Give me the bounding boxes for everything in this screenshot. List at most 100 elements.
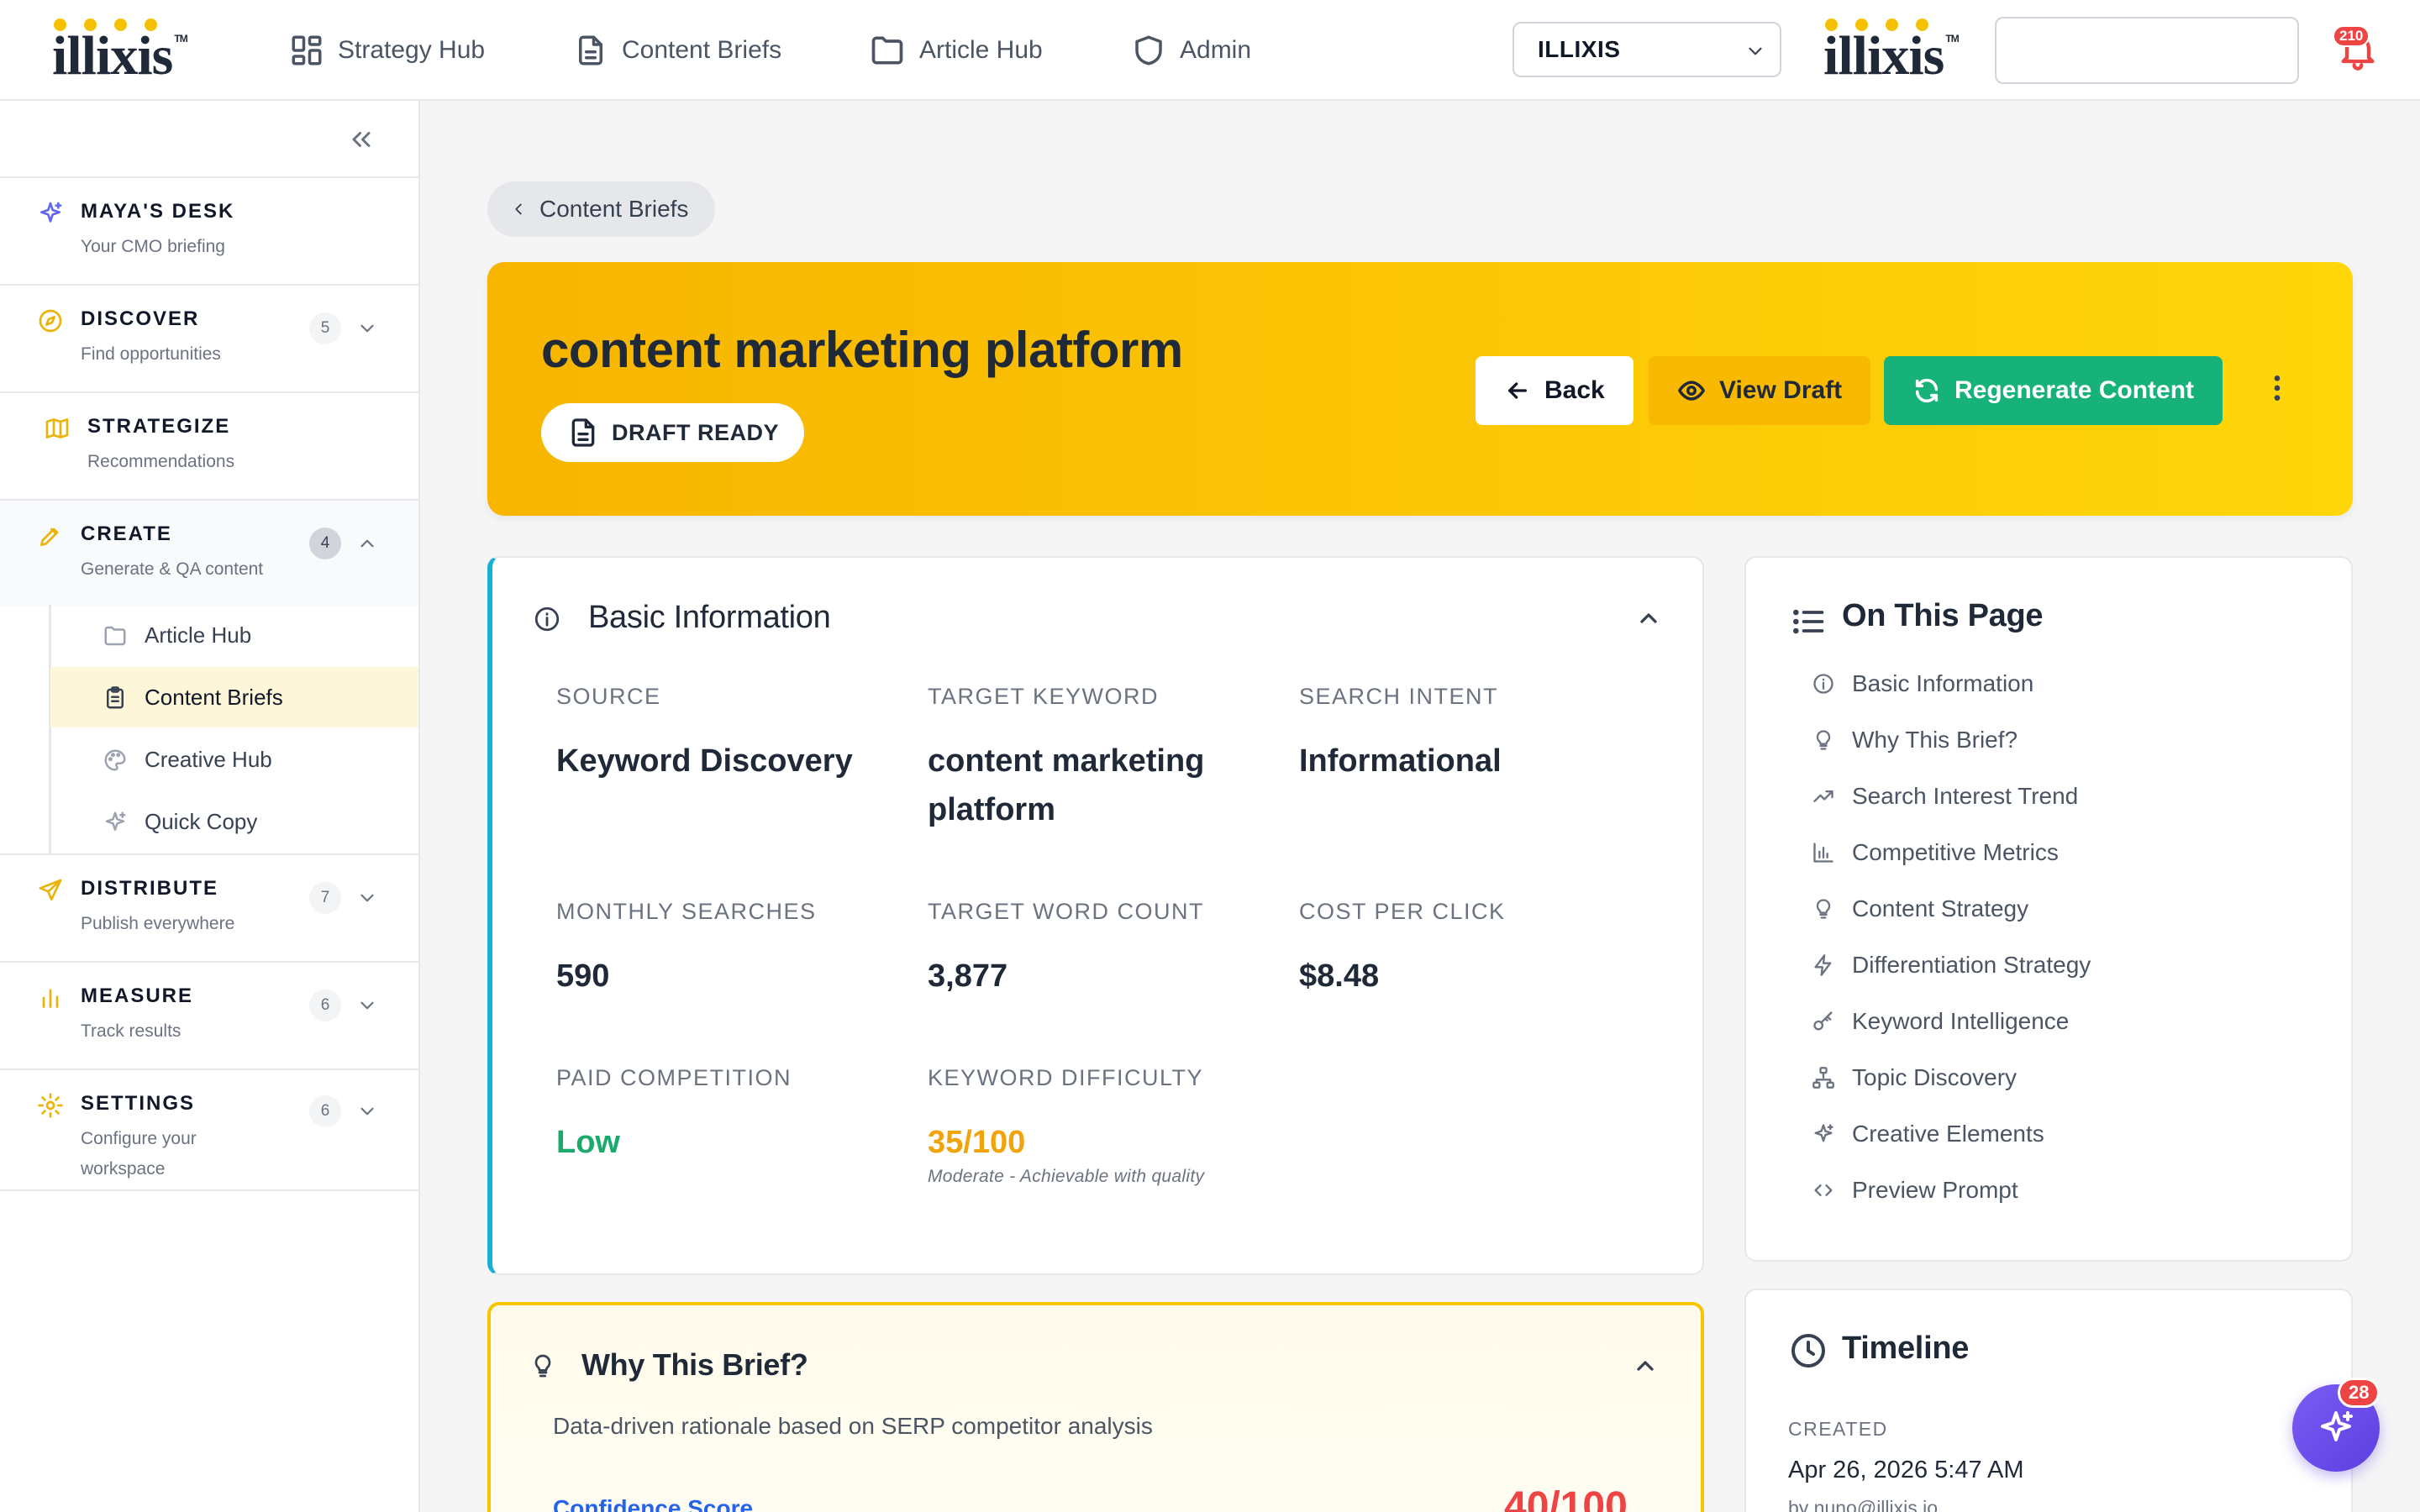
nav-strategy-hub[interactable]: Strategy Hub bbox=[289, 0, 485, 101]
field-monthly-searches: MONTHLY SEARCHES 590 bbox=[556, 899, 817, 994]
chevron-up-icon[interactable] bbox=[1632, 1352, 1659, 1379]
section-title: Basic Information bbox=[588, 600, 831, 635]
pen-icon bbox=[40, 528, 59, 546]
more-options-icon[interactable] bbox=[2260, 371, 2294, 405]
sparkles-icon bbox=[2321, 1411, 2353, 1441]
regenerate-content-button[interactable]: Regenerate Content bbox=[1884, 356, 2223, 425]
sidebar-item-quick-copy[interactable]: Quick Copy bbox=[50, 791, 418, 852]
field-target-keyword: TARGET KEYWORD content marketing platfor… bbox=[928, 684, 1205, 827]
why-this-brief-card: Why This Brief? Data-driven rationale ba… bbox=[487, 1302, 1704, 1512]
gear-icon bbox=[38, 1093, 63, 1118]
chevron-left-icon bbox=[515, 203, 522, 215]
field-keyword-difficulty: KEYWORD DIFFICULTY 35/100 Moderate - Ach… bbox=[928, 1065, 1205, 1186]
notifications-badge: 210 bbox=[2333, 25, 2370, 47]
chevron-down-icon bbox=[1749, 47, 1762, 55]
map-icon bbox=[45, 418, 69, 438]
document-icon bbox=[571, 418, 595, 447]
field-target-word-count: TARGET WORD COUNT 3,877 bbox=[928, 899, 1204, 994]
toc-item-competitive-metrics[interactable]: Competitive Metrics bbox=[1812, 839, 2059, 866]
lightbulb-icon bbox=[1816, 899, 1831, 919]
arrow-left-icon bbox=[1508, 382, 1527, 399]
nav-article-hub[interactable]: Article Hub bbox=[869, 0, 1043, 101]
nav-label: Admin bbox=[1180, 36, 1252, 64]
chevron-up-icon[interactable] bbox=[356, 533, 378, 554]
sparkles-icon bbox=[40, 202, 62, 223]
sidebar-section-settings[interactable]: SETTINGS Configure your workspace 6 bbox=[0, 1068, 418, 1191]
clock-icon bbox=[1791, 1334, 1825, 1368]
workspace-select[interactable]: ILLIXIS bbox=[1512, 22, 1781, 77]
section-title: On This Page bbox=[1842, 598, 2044, 633]
grid-icon bbox=[292, 35, 322, 66]
nav-label: Article Hub bbox=[919, 36, 1043, 64]
sidebar-item-content-briefs[interactable]: Content Briefs bbox=[50, 667, 418, 727]
sidebar-section-mayas-desk[interactable]: MAYA'S DESK Your CMO briefing bbox=[0, 176, 418, 284]
brief-header: content marketing platform DRAFT READY B… bbox=[487, 262, 2353, 516]
sidebar-item-article-hub[interactable]: Article Hub bbox=[50, 605, 418, 665]
palette-icon bbox=[104, 749, 126, 771]
status-badge: DRAFT READY bbox=[541, 403, 804, 462]
lightbulb-icon bbox=[534, 1354, 551, 1378]
bar-chart-icon bbox=[42, 989, 59, 1008]
nav-content-briefs[interactable]: Content Briefs bbox=[573, 0, 781, 101]
toc-item-keyword-intelligence[interactable]: Keyword Intelligence bbox=[1812, 1008, 2069, 1035]
toc-item-basic-information[interactable]: Basic Information bbox=[1812, 670, 2033, 697]
toc-item-creative-elements[interactable]: Creative Elements bbox=[1812, 1121, 2044, 1147]
bar-chart-icon bbox=[1813, 843, 1833, 863]
eye-icon bbox=[1678, 381, 1705, 401]
count-badge: 6 bbox=[309, 990, 341, 1021]
created-by: by nuno@illixis.io bbox=[1788, 1497, 1939, 1512]
confidence-score-link[interactable]: Confidence Score bbox=[553, 1495, 753, 1512]
toc-item-topic-discovery[interactable]: Topic Discovery bbox=[1812, 1064, 2017, 1091]
count-badge: 6 bbox=[309, 1095, 341, 1127]
nav-admin[interactable]: Admin bbox=[1131, 0, 1251, 101]
chevron-down-icon[interactable] bbox=[356, 318, 378, 339]
nav-label: Strategy Hub bbox=[338, 36, 486, 64]
sidebar-section-distribute[interactable]: DISTRIBUTE Publish everywhere 7 bbox=[0, 853, 418, 961]
shield-icon bbox=[1135, 35, 1162, 66]
field-paid-competition: PAID COMPETITION Low bbox=[556, 1065, 792, 1160]
section-title: Timeline bbox=[1842, 1331, 1970, 1366]
brand-logo[interactable]: illixis TM bbox=[52, 18, 188, 84]
sidebar: MAYA'S DESK Your CMO briefing DISCOVER F… bbox=[0, 101, 420, 1512]
back-button[interactable]: Back bbox=[1476, 356, 1634, 425]
ai-assistant-button[interactable]: 28 bbox=[2292, 1378, 2381, 1472]
count-badge: 7 bbox=[309, 882, 341, 914]
sparkles-icon bbox=[105, 811, 126, 831]
user-menu-field[interactable] bbox=[1995, 17, 2299, 84]
sidebar-item-creative-hub[interactable]: Creative Hub bbox=[50, 729, 418, 790]
toc-item-why-this-brief[interactable]: Why This Brief? bbox=[1812, 727, 2018, 753]
clipboard-icon bbox=[107, 686, 124, 709]
code-icon bbox=[1814, 1184, 1833, 1196]
key-icon bbox=[1813, 1011, 1833, 1031]
info-icon bbox=[1813, 674, 1833, 694]
section-title: Why This Brief? bbox=[581, 1347, 808, 1382]
collapse-sidebar-icon[interactable] bbox=[346, 124, 376, 155]
folder-icon bbox=[871, 36, 903, 65]
field-cost-per-click: COST PER CLICK $8.48 bbox=[1299, 899, 1506, 994]
toc-item-preview-prompt[interactable]: Preview Prompt bbox=[1812, 1177, 2018, 1204]
chevron-down-icon[interactable] bbox=[356, 887, 378, 909]
basic-information-card: Basic Information SOURCE Keyword Discove… bbox=[487, 556, 1704, 1275]
toc-item-differentiation-strategy[interactable]: Differentiation Strategy bbox=[1812, 952, 2091, 979]
sidebar-section-strategize[interactable]: STRATEGIZE Recommendations bbox=[0, 391, 418, 499]
field-search-intent: SEARCH INTENT Informational bbox=[1299, 684, 1502, 779]
document-icon bbox=[579, 35, 602, 66]
refresh-icon bbox=[1915, 378, 1939, 403]
sidebar-section-create[interactable]: CREATE Generate & QA content 4 bbox=[0, 499, 418, 606]
toc-item-content-strategy[interactable]: Content Strategy bbox=[1812, 895, 2028, 922]
timeline-card: Timeline CREATED Apr 26, 2026 5:47 AM by… bbox=[1744, 1289, 2353, 1512]
chevron-down-icon[interactable] bbox=[356, 995, 378, 1016]
view-draft-button[interactable]: View Draft bbox=[1649, 356, 1871, 425]
sidebar-section-discover[interactable]: DISCOVER Find opportunities 5 bbox=[0, 284, 418, 391]
nav-label: Content Briefs bbox=[622, 36, 782, 64]
notifications-button[interactable]: 210 bbox=[2333, 25, 2380, 72]
count-badge: 4 bbox=[309, 528, 341, 559]
assistant-badge: 28 bbox=[2338, 1378, 2381, 1408]
breadcrumb-back-link[interactable]: Content Briefs bbox=[487, 181, 716, 237]
chevron-down-icon[interactable] bbox=[356, 1100, 378, 1122]
sidebar-section-measure[interactable]: MEASURE Track results 6 bbox=[0, 961, 418, 1068]
toc-item-search-interest-trend[interactable]: Search Interest Trend bbox=[1812, 783, 2078, 810]
folder-icon bbox=[104, 626, 126, 646]
chevron-up-icon[interactable] bbox=[1635, 605, 1662, 632]
created-date: Apr 26, 2026 5:47 AM bbox=[1788, 1457, 2024, 1483]
